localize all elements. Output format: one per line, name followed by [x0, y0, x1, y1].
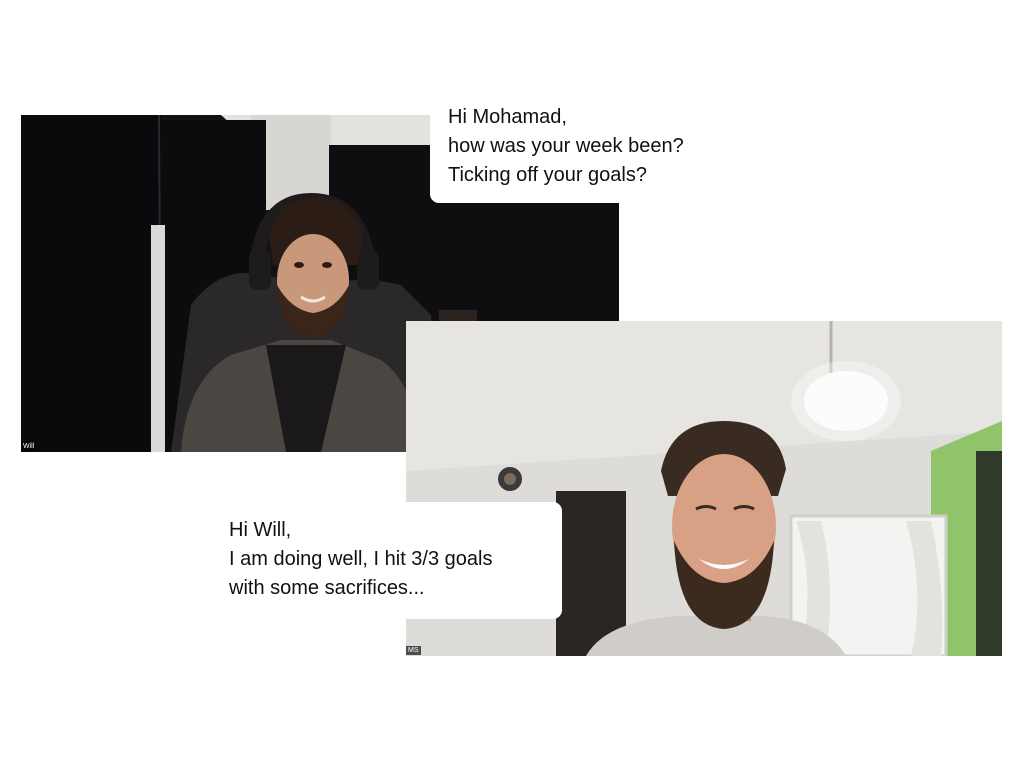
message-line: Hi Will,: [229, 519, 292, 541]
message-line: Ticking off your goals?: [448, 164, 647, 186]
participant-name-tag: MS: [406, 646, 421, 655]
message-line: I am doing well, I hit 3/3 goals: [229, 548, 493, 570]
message-line: with some sacrifices...: [229, 577, 425, 599]
participant-name-tag: Will: [21, 442, 37, 451]
message-line: Hi Mohamad,: [448, 106, 567, 128]
speech-bubble-will: Hi Mohamad, how was your week been? Tick…: [430, 100, 684, 203]
speech-bubble-ms: Hi Will, I am doing well, I hit 3/3 goal…: [213, 502, 562, 619]
video-call-collage: Will Hi Mohamad, how was your week been?…: [0, 0, 1024, 768]
message-line: how was your week been?: [448, 135, 684, 157]
